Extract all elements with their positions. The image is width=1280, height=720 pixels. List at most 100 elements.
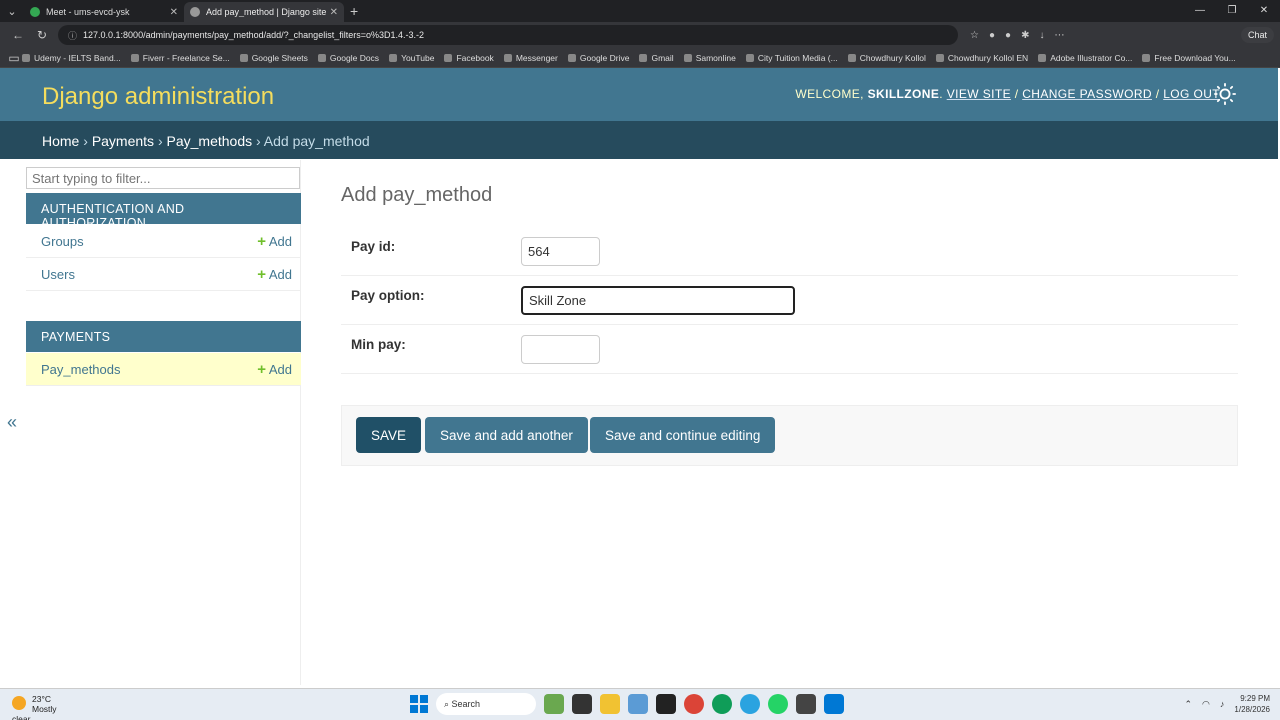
volume-icon[interactable]: ♪	[1220, 699, 1225, 709]
site-branding[interactable]: Django administration	[42, 83, 274, 111]
bookmark-item[interactable]: Samonline	[683, 52, 736, 63]
add-users-link[interactable]: + Add	[257, 266, 292, 283]
bookmark-icon	[1142, 53, 1151, 62]
tab-title: Add pay_method | Django site ad	[206, 7, 326, 17]
windows-start-icon[interactable]	[410, 695, 428, 713]
app-icon[interactable]	[544, 694, 564, 714]
field-pay-id: Pay id:	[341, 226, 1238, 276]
edge-icon[interactable]	[712, 694, 732, 714]
bookmark-item[interactable]: Adobe Illustrator Co...	[1038, 53, 1132, 63]
file-explorer-icon[interactable]	[600, 694, 620, 714]
app-icon[interactable]	[656, 694, 676, 714]
extension-icon[interactable]: ●	[1005, 30, 1011, 41]
plus-icon: +	[257, 361, 266, 378]
back-icon[interactable]: ←	[6, 28, 30, 42]
address-bar-row: ← ↻ ⓘ 127.0.0.1:8000/admin/payments/pay_…	[0, 22, 1280, 48]
window-controls: — ❐ ✕	[1184, 0, 1280, 22]
pay-id-input[interactable]	[521, 237, 600, 266]
bookmark-label: Gmail	[651, 52, 674, 63]
breadcrumb-payments[interactable]: Payments	[92, 133, 154, 149]
nav-filter-input[interactable]	[26, 167, 300, 189]
bookmark-label: Google Docs	[329, 52, 380, 63]
bookmark-item[interactable]: YouTube	[389, 53, 434, 63]
pay-methods-link[interactable]: Pay_methods	[41, 362, 121, 377]
field-min-pay: Min pay:	[341, 324, 1238, 374]
menu-icon[interactable]: ⋯	[1054, 30, 1064, 41]
extension-icon[interactable]: ●	[989, 30, 995, 41]
add-pay-methods-link[interactable]: + Add	[257, 361, 292, 378]
weather-widget[interactable]: 23°C Mostly clear	[12, 694, 57, 720]
groups-link[interactable]: Groups	[41, 234, 84, 249]
save-add-another-button[interactable]: Save and add another	[425, 417, 588, 453]
bookmark-icon	[639, 53, 648, 62]
close-tab-icon[interactable]: ✕	[330, 7, 338, 18]
add-groups-link[interactable]: + Add	[257, 233, 292, 250]
wifi-icon[interactable]: ◠	[1202, 699, 1210, 710]
tab-django-admin[interactable]: Add pay_method | Django site ad ✕	[184, 2, 344, 22]
tab-meet[interactable]: Meet - ums-evcd-ysk ✕	[24, 2, 184, 22]
minimize-icon[interactable]: —	[1184, 0, 1216, 22]
task-view-icon[interactable]	[572, 694, 592, 714]
puzzle-icon[interactable]: ✱	[1021, 30, 1029, 41]
toggle-nav-sidebar-button[interactable]: «	[7, 412, 17, 433]
users-link[interactable]: Users	[41, 267, 75, 282]
bookmark-item[interactable]: Udemy - IELTS Band...	[22, 53, 121, 63]
view-site-link[interactable]: VIEW SITE	[947, 87, 1011, 101]
bookmark-item[interactable]: Google Drive	[567, 53, 629, 63]
bookmark-item[interactable]: Chowdhury Kollol	[847, 53, 926, 63]
nav-sidebar: AUTHENTICATION AND AUTHORIZATION Groups …	[25, 160, 301, 685]
bookmark-label: Google Sheets	[251, 52, 308, 63]
restore-icon[interactable]: ❐	[1216, 0, 1248, 22]
snipping-tool-icon[interactable]	[628, 694, 648, 714]
bookmark-item[interactable]: Free Download You...	[1142, 53, 1236, 63]
user-tools: WELCOME, SKILLZONE. VIEW SITE / CHANGE P…	[795, 87, 1220, 101]
bookmark-label: City Tuition Media (...	[757, 52, 838, 63]
tab-search-icon[interactable]: ⌄	[0, 0, 24, 22]
save-continue-button[interactable]: Save and continue editing	[590, 417, 776, 453]
chrome-icon[interactable]	[684, 694, 704, 714]
module-caption-auth[interactable]: AUTHENTICATION AND AUTHORIZATION	[26, 193, 301, 230]
bookmark-item[interactable]: Fiverr - Freelance Se...	[130, 53, 230, 63]
star-icon[interactable]: ☆	[970, 30, 979, 41]
breadcrumb-pay-methods[interactable]: Pay_methods	[167, 133, 253, 149]
bookmark-item[interactable]: City Tuition Media (...	[745, 52, 838, 63]
bookmark-item[interactable]: Chowdhury Kollol EN	[935, 53, 1028, 63]
apps-icon[interactable]: ▭	[6, 51, 22, 65]
bookmark-item[interactable]: Google Docs	[317, 52, 380, 63]
bookmark-label: Messenger	[515, 52, 558, 63]
min-pay-input[interactable]	[521, 335, 600, 364]
url-bar[interactable]: ⓘ 127.0.0.1:8000/admin/payments/pay_meth…	[58, 25, 958, 45]
field-pay-option: Pay option:	[341, 275, 1238, 325]
download-icon[interactable]: ↓	[1039, 30, 1044, 41]
bookmark-icon	[935, 53, 944, 62]
bookmark-item[interactable]: Gmail	[639, 52, 674, 63]
bookmark-label: YouTube	[401, 52, 435, 63]
log-out-link[interactable]: LOG OUT	[1163, 87, 1220, 101]
telegram-icon[interactable]	[740, 694, 760, 714]
bookmark-item[interactable]: Facebook	[444, 53, 494, 63]
change-password-link[interactable]: CHANGE PASSWORD	[1022, 87, 1152, 101]
bookmark-icon	[444, 53, 453, 62]
close-tab-icon[interactable]: ✕	[170, 7, 178, 18]
vscode-icon[interactable]	[824, 694, 844, 714]
terminal-icon[interactable]	[796, 694, 816, 714]
site-info-icon[interactable]: ⓘ	[68, 29, 77, 42]
save-button[interactable]: SAVE	[356, 417, 422, 453]
breadcrumb-home[interactable]: Home	[42, 133, 79, 149]
whatsapp-icon[interactable]	[768, 694, 788, 714]
taskbar-search[interactable]: ⌕ Search	[436, 693, 536, 715]
theme-toggle-sun-icon[interactable]	[1214, 83, 1236, 105]
module-caption-payments[interactable]: PAYMENTS	[26, 321, 301, 352]
bookmark-icon	[847, 53, 856, 62]
new-tab-icon[interactable]: +	[350, 3, 358, 19]
clock[interactable]: 9:29 PM 1/28/2026	[1234, 693, 1270, 715]
bookmark-item[interactable]: Messenger	[503, 52, 558, 63]
bookmark-item[interactable]: Google Sheets	[239, 52, 308, 63]
chevron-up-icon[interactable]: ⌃	[1185, 699, 1193, 710]
search-label: Search	[451, 699, 481, 709]
bookmark-label: Samonline	[695, 52, 736, 63]
reload-icon[interactable]: ↻	[30, 28, 54, 42]
close-window-icon[interactable]: ✕	[1248, 0, 1280, 22]
chat-button[interactable]: Chat	[1240, 27, 1274, 43]
pay-option-input[interactable]	[521, 286, 795, 315]
